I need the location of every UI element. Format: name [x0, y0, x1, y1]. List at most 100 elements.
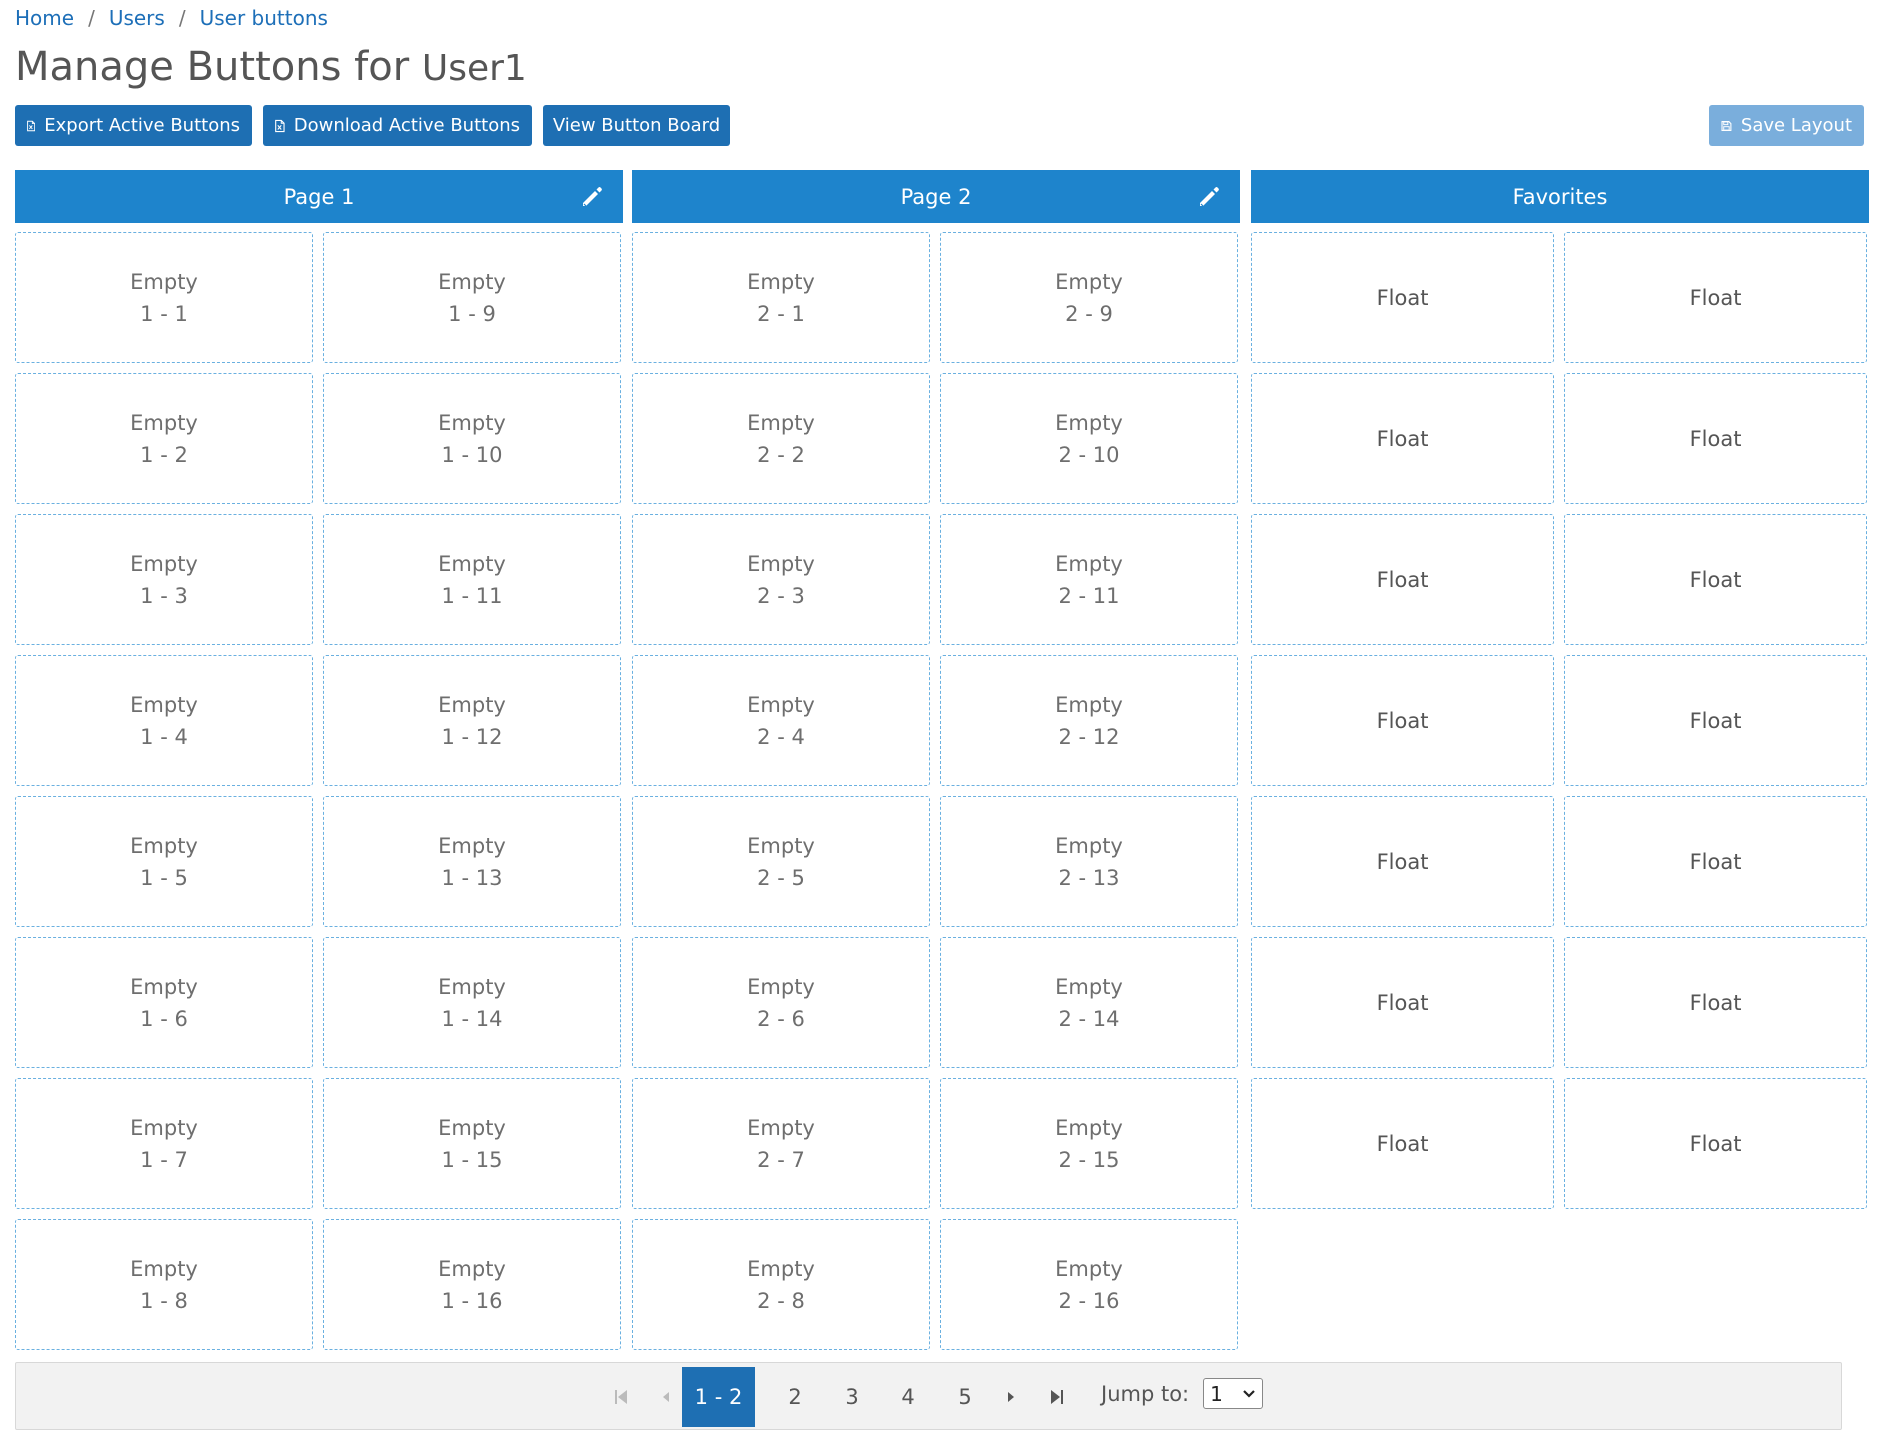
pencil-icon[interactable] [579, 184, 605, 210]
button-slot-status: Empty [130, 974, 198, 999]
favorite-slot[interactable]: Float [1251, 232, 1554, 363]
favorite-slot[interactable]: Float [1564, 514, 1867, 645]
button-slot[interactable]: Empty 1 - 14 [323, 937, 621, 1068]
favorite-slot[interactable]: Float [1251, 796, 1554, 927]
button-slot-status: Empty [747, 1115, 815, 1140]
button-slot[interactable]: Empty 1 - 11 [323, 514, 621, 645]
favorite-slot-label: Float [1376, 426, 1429, 451]
button-slot[interactable]: Empty 1 - 10 [323, 373, 621, 504]
page-button[interactable]: 5 [945, 1367, 985, 1427]
page-button[interactable]: 2 [775, 1367, 815, 1427]
button-slot[interactable]: Empty 2 - 15 [940, 1078, 1238, 1209]
button-slot-position: 2 - 10 [1058, 442, 1120, 467]
button-slot[interactable]: Empty 2 - 6 [632, 937, 930, 1068]
button-slot[interactable]: Empty 1 - 13 [323, 796, 621, 927]
button-slot-position: 2 - 9 [1065, 301, 1113, 326]
breadcrumb-current[interactable]: User buttons [200, 6, 328, 30]
page-button-active[interactable]: 1 - 2 [682, 1367, 755, 1427]
button-slot[interactable]: Empty 1 - 3 [15, 514, 313, 645]
button-slot[interactable]: Empty 1 - 2 [15, 373, 313, 504]
button-slot-position: 1 - 1 [140, 301, 188, 326]
favorite-slot[interactable]: Float [1564, 373, 1867, 504]
button-slot[interactable]: Empty 2 - 10 [940, 373, 1238, 504]
next-page-icon [1008, 1392, 1014, 1402]
breadcrumb-users[interactable]: Users [109, 6, 165, 30]
column-header-favorites: Favorites [1251, 170, 1869, 223]
button-slot-status: Empty [747, 833, 815, 858]
pencil-icon[interactable] [1196, 184, 1222, 210]
button-slot[interactable]: Empty 2 - 13 [940, 796, 1238, 927]
favorite-slot[interactable]: Float [1564, 937, 1867, 1068]
last-page-button[interactable] [1037, 1367, 1077, 1427]
button-slot-position: 1 - 14 [441, 1006, 503, 1031]
favorite-slot-label: Float [1376, 1131, 1429, 1156]
button-slot[interactable]: Empty 1 - 7 [15, 1078, 313, 1209]
pagination-bar: 1 - 2 2 3 4 5 Jump to: 1 [15, 1362, 1842, 1430]
button-slot-status: Empty [438, 410, 506, 435]
button-slot[interactable]: Empty 1 - 16 [323, 1219, 621, 1350]
button-slot[interactable]: Empty 2 - 7 [632, 1078, 930, 1209]
button-slot[interactable]: Empty 2 - 8 [632, 1219, 930, 1350]
breadcrumb-home[interactable]: Home [15, 6, 74, 30]
button-slot[interactable]: Empty 1 - 12 [323, 655, 621, 786]
button-slot-status: Empty [438, 551, 506, 576]
button-slot[interactable]: Empty 1 - 5 [15, 796, 313, 927]
download-active-buttons-button[interactable]: Download Active Buttons [263, 105, 532, 146]
button-slot-status: Empty [1055, 410, 1123, 435]
favorite-slot[interactable]: Float [1251, 514, 1554, 645]
button-slot-status: Empty [1055, 833, 1123, 858]
button-slot[interactable]: Empty 1 - 9 [323, 232, 621, 363]
button-slot-position: 1 - 13 [441, 865, 503, 890]
favorite-slot[interactable]: Float [1564, 232, 1867, 363]
favorite-slot[interactable]: Float [1251, 373, 1554, 504]
next-page-button[interactable] [991, 1367, 1031, 1427]
page-button[interactable]: 3 [832, 1367, 872, 1427]
button-slot-position: 1 - 3 [140, 583, 188, 608]
button-slot-position: 2 - 11 [1058, 583, 1120, 608]
button-slot[interactable]: Empty 2 - 2 [632, 373, 930, 504]
view-button-board-button[interactable]: View Button Board [543, 105, 730, 146]
button-slot-position: 2 - 13 [1058, 865, 1120, 890]
button-slot[interactable]: Empty 2 - 16 [940, 1219, 1238, 1350]
button-slot[interactable]: Empty 2 - 3 [632, 514, 930, 645]
favorite-slot[interactable]: Float [1564, 1078, 1867, 1209]
export-active-buttons-button[interactable]: Export Active Buttons [15, 105, 252, 146]
page-title: Manage Buttons for User1 [15, 44, 527, 90]
button-slot[interactable]: Empty 2 - 12 [940, 655, 1238, 786]
button-slot-position: 1 - 8 [140, 1288, 188, 1313]
jump-to: Jump to: 1 [1101, 1378, 1264, 1409]
button-slot-status: Empty [130, 410, 198, 435]
button-slot-status: Empty [438, 692, 506, 717]
button-slot[interactable]: Empty 2 - 9 [940, 232, 1238, 363]
page-button[interactable]: 4 [888, 1367, 928, 1427]
button-slot[interactable]: Empty 2 - 14 [940, 937, 1238, 1068]
previous-page-button[interactable] [646, 1367, 686, 1427]
column-title-page-1: Page 1 [283, 184, 355, 209]
favorite-slot[interactable]: Float [1564, 796, 1867, 927]
jump-to-value: 1 [1210, 1381, 1223, 1406]
button-slot[interactable]: Empty 1 - 1 [15, 232, 313, 363]
button-slot-position: 2 - 8 [757, 1288, 805, 1313]
button-slot[interactable]: Empty 2 - 1 [632, 232, 930, 363]
favorite-slot-label: Float [1689, 708, 1742, 733]
jump-to-select[interactable]: 1 [1203, 1378, 1264, 1409]
button-slot[interactable]: Empty 1 - 15 [323, 1078, 621, 1209]
favorite-slot-label: Float [1689, 849, 1742, 874]
excel-file-icon [27, 120, 36, 131]
button-slot[interactable]: Empty 1 - 4 [15, 655, 313, 786]
button-slot[interactable]: Empty 1 - 8 [15, 1219, 313, 1350]
button-slot-status: Empty [1055, 974, 1123, 999]
save-layout-button[interactable]: Save Layout [1709, 105, 1864, 146]
button-slot[interactable]: Empty 1 - 6 [15, 937, 313, 1068]
button-slot[interactable]: Empty 2 - 5 [632, 796, 930, 927]
favorite-slot[interactable]: Float [1251, 937, 1554, 1068]
column-title-page-2: Page 2 [900, 184, 972, 209]
button-slot[interactable]: Empty 2 - 11 [940, 514, 1238, 645]
favorite-slot[interactable]: Float [1564, 655, 1867, 786]
button-slot[interactable]: Empty 2 - 4 [632, 655, 930, 786]
button-slot-position: 1 - 9 [448, 301, 496, 326]
floppy-disk-icon [1721, 120, 1732, 131]
first-page-button[interactable] [601, 1367, 641, 1427]
favorite-slot[interactable]: Float [1251, 1078, 1554, 1209]
favorite-slot[interactable]: Float [1251, 655, 1554, 786]
